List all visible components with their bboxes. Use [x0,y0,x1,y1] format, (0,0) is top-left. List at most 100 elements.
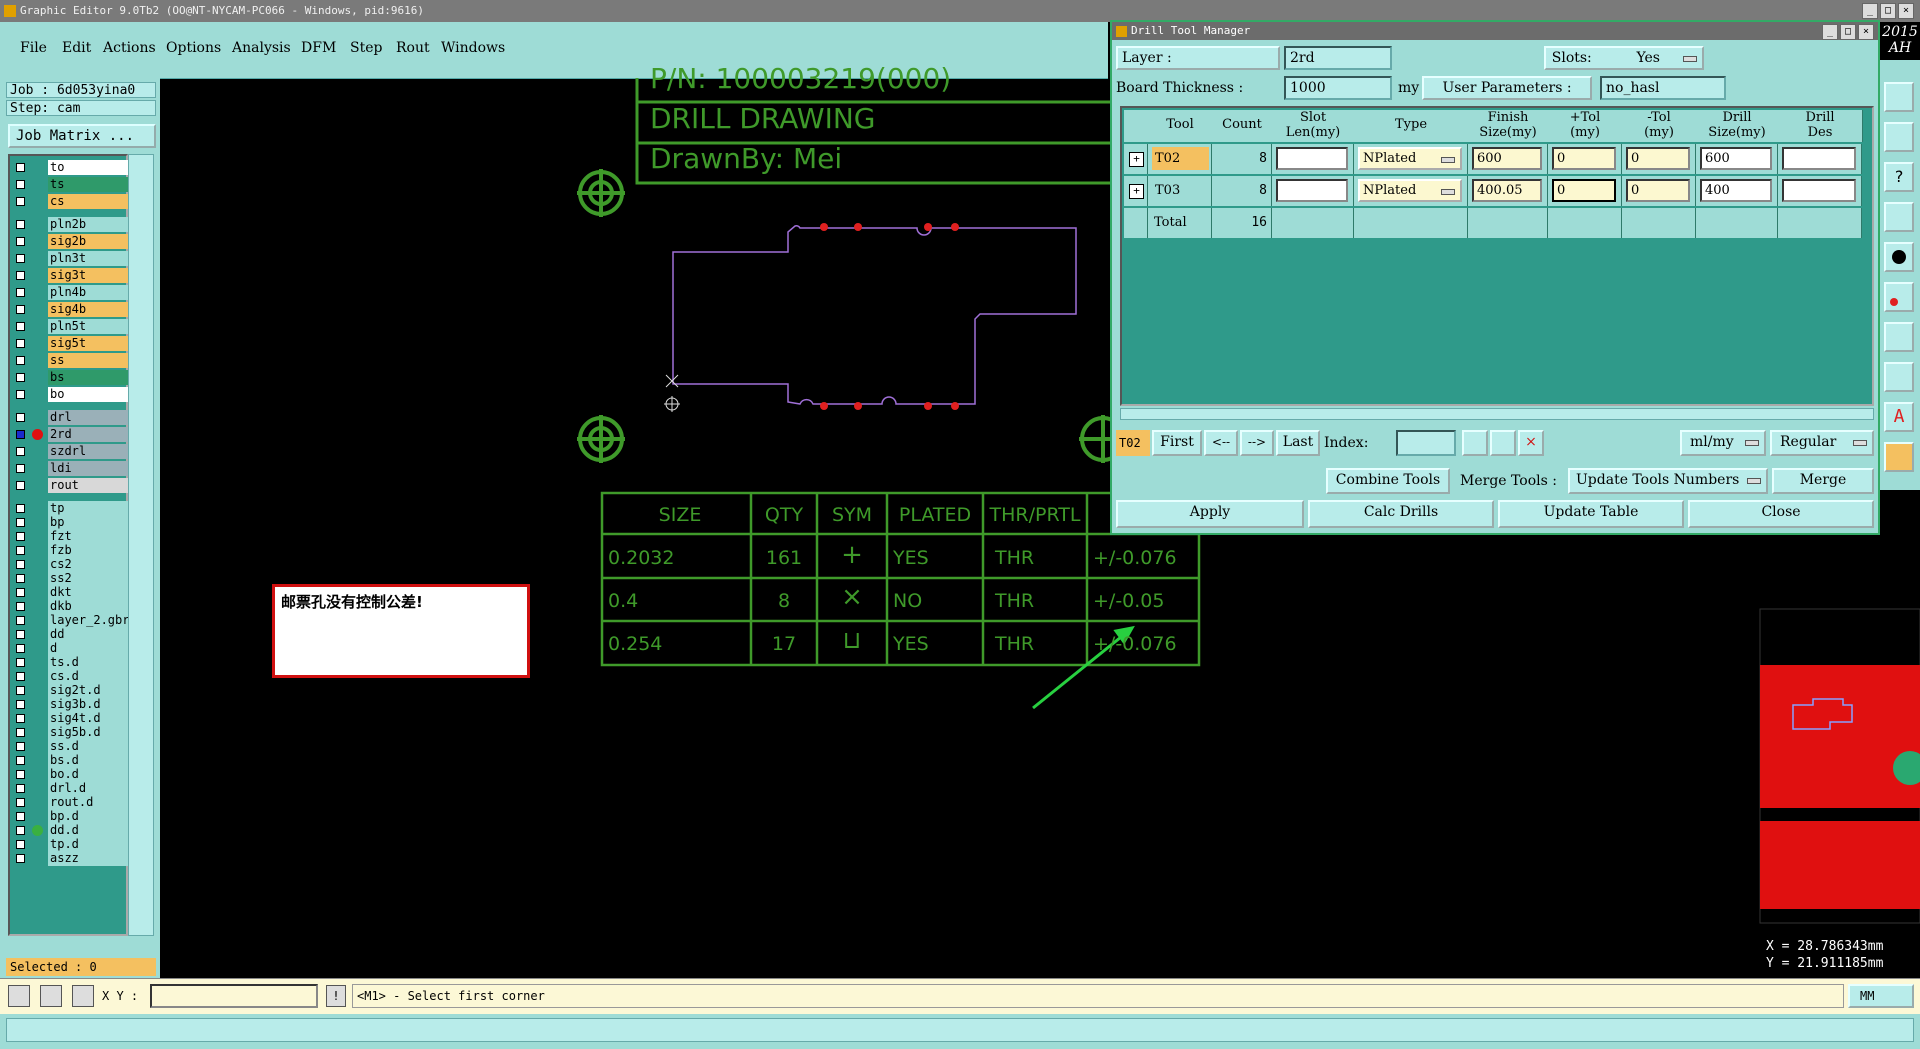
layer-checkbox[interactable] [16,714,25,723]
menu-windows[interactable]: Windows [441,40,505,56]
layer-checkbox[interactable] [16,546,25,555]
layer-label[interactable]: drl.d [48,781,138,796]
grid-tool-icon[interactable] [72,985,94,1007]
plus-tol-input[interactable]: 0 [1552,147,1616,170]
xy-input[interactable] [150,984,318,1008]
menu-options[interactable]: Options [166,40,221,56]
minus-tol-input[interactable]: 0 [1626,147,1690,170]
layer-label[interactable]: sig2b [48,234,138,249]
layer-checkbox[interactable] [16,464,25,473]
layer-label[interactable]: cs2 [48,557,138,572]
alert-icon[interactable]: ! [326,985,346,1007]
layer-checkbox[interactable] [16,447,25,456]
layer-checkbox[interactable] [16,390,25,399]
layer-label[interactable]: dkb [48,599,138,614]
layer-checkbox[interactable] [16,826,25,835]
route-icon[interactable] [1884,282,1914,312]
close-button[interactable]: Close [1688,500,1874,528]
layer-label[interactable]: rout.d [48,795,138,810]
measure-icon[interactable]: A [1884,402,1914,432]
first-button[interactable]: First [1152,430,1202,456]
expand-cell[interactable]: + [1124,176,1148,206]
help-icon[interactable]: ? [1884,162,1914,192]
layer-checkbox[interactable] [16,197,25,206]
layer-label[interactable]: ts.d [48,655,138,670]
layer-label[interactable]: rout [48,478,138,493]
layer-label[interactable]: sig3b.d [48,697,138,712]
layer-label[interactable]: bp.d [48,809,138,824]
layer-checkbox[interactable] [16,616,25,625]
layer-label[interactable]: layer_2.gbr [48,613,138,628]
view-icon[interactable] [1884,82,1914,112]
layer-label[interactable]: pln5t [48,319,138,334]
layer-checkbox[interactable] [16,700,25,709]
update-tools-numbers-select[interactable]: Update Tools Numbers [1568,468,1768,494]
menu-edit[interactable]: Edit [62,40,91,56]
layer-checkbox[interactable] [16,630,25,639]
layer-checkbox[interactable] [16,742,25,751]
layer-checkbox[interactable] [16,840,25,849]
layer-checkbox[interactable] [16,770,25,779]
layer-checkbox[interactable] [16,574,25,583]
drill-size-input[interactable]: 600 [1700,147,1772,170]
layer-checkbox[interactable] [16,812,25,821]
drill-size-input[interactable]: 400 [1700,179,1772,202]
tool-id[interactable]: T03 [1152,179,1209,202]
expand-icon[interactable]: + [1129,152,1144,167]
layer-checkbox[interactable] [16,672,25,681]
layer-label[interactable]: to [48,160,138,175]
dtm-close-icon[interactable]: × [1858,24,1874,40]
layer-checkbox[interactable] [16,237,25,246]
layer-checkbox[interactable] [16,163,25,172]
index-input[interactable] [1396,430,1456,456]
layer-label[interactable]: sig3t [48,268,138,283]
layer-label[interactable]: bs [48,370,138,385]
menu-step[interactable]: Step [350,40,382,56]
layer-label[interactable]: tp [48,501,138,516]
tool-id[interactable]: T02 [1152,147,1209,170]
layer-checkbox[interactable] [16,756,25,765]
finish-size-input[interactable]: 600 [1472,147,1542,170]
units-select[interactable]: ml/my [1680,430,1766,456]
menu-file[interactable]: File [20,40,47,56]
netlist-icon[interactable] [1884,202,1914,232]
dtm-maximize-icon[interactable]: □ [1840,24,1856,40]
layer-checkbox[interactable] [16,373,25,382]
combine-tools-button[interactable]: Combine Tools [1326,468,1450,494]
layer-label[interactable]: sig4t.d [48,711,138,726]
slot-len-input[interactable] [1276,179,1348,202]
layer-label[interactable]: dkt [48,585,138,600]
layer-checkbox[interactable] [16,254,25,263]
layer-label[interactable]: sig4b [48,302,138,317]
layer-label[interactable]: bp [48,515,138,530]
slot-len-input[interactable] [1276,147,1348,170]
layer-checkbox[interactable] [16,322,25,331]
layer-checkbox[interactable] [16,339,25,348]
layer-checkbox[interactable] [16,784,25,793]
layer-label[interactable]: dd [48,627,138,642]
find-icon[interactable] [1462,430,1488,456]
layer-checkbox[interactable] [16,644,25,653]
compare-icon[interactable] [1884,322,1914,352]
zoom-tool-icon[interactable] [8,985,30,1007]
layer-label[interactable]: drl [48,410,138,425]
layer-label[interactable]: sig5b.d [48,725,138,740]
mode-select[interactable]: Regular [1770,430,1874,456]
draw-tool-icon[interactable] [40,985,62,1007]
layer-checkbox[interactable] [16,180,25,189]
close-icon[interactable]: × [1898,3,1914,19]
layer-label[interactable]: ss [48,353,138,368]
layer-checkbox[interactable] [16,430,25,439]
layer-label[interactable]: bo.d [48,767,138,782]
layer-checkbox[interactable] [16,504,25,513]
layer-label[interactable]: szdrl [48,444,138,459]
layer-checkbox[interactable] [16,588,25,597]
layer-label[interactable]: bo [48,387,138,402]
layer-label[interactable]: sig5t [48,336,138,351]
layer-list[interactable]: to ts cs pln2b sig2b pln3t sig3t pln4b sig4b pln5… [8,154,138,936]
type-select[interactable]: NPlated [1358,179,1462,202]
layer-label[interactable]: sig2t.d [48,683,138,698]
layer-checkbox[interactable] [16,271,25,280]
layer-checkbox[interactable] [16,518,25,527]
merge-button[interactable]: Merge [1772,468,1874,494]
